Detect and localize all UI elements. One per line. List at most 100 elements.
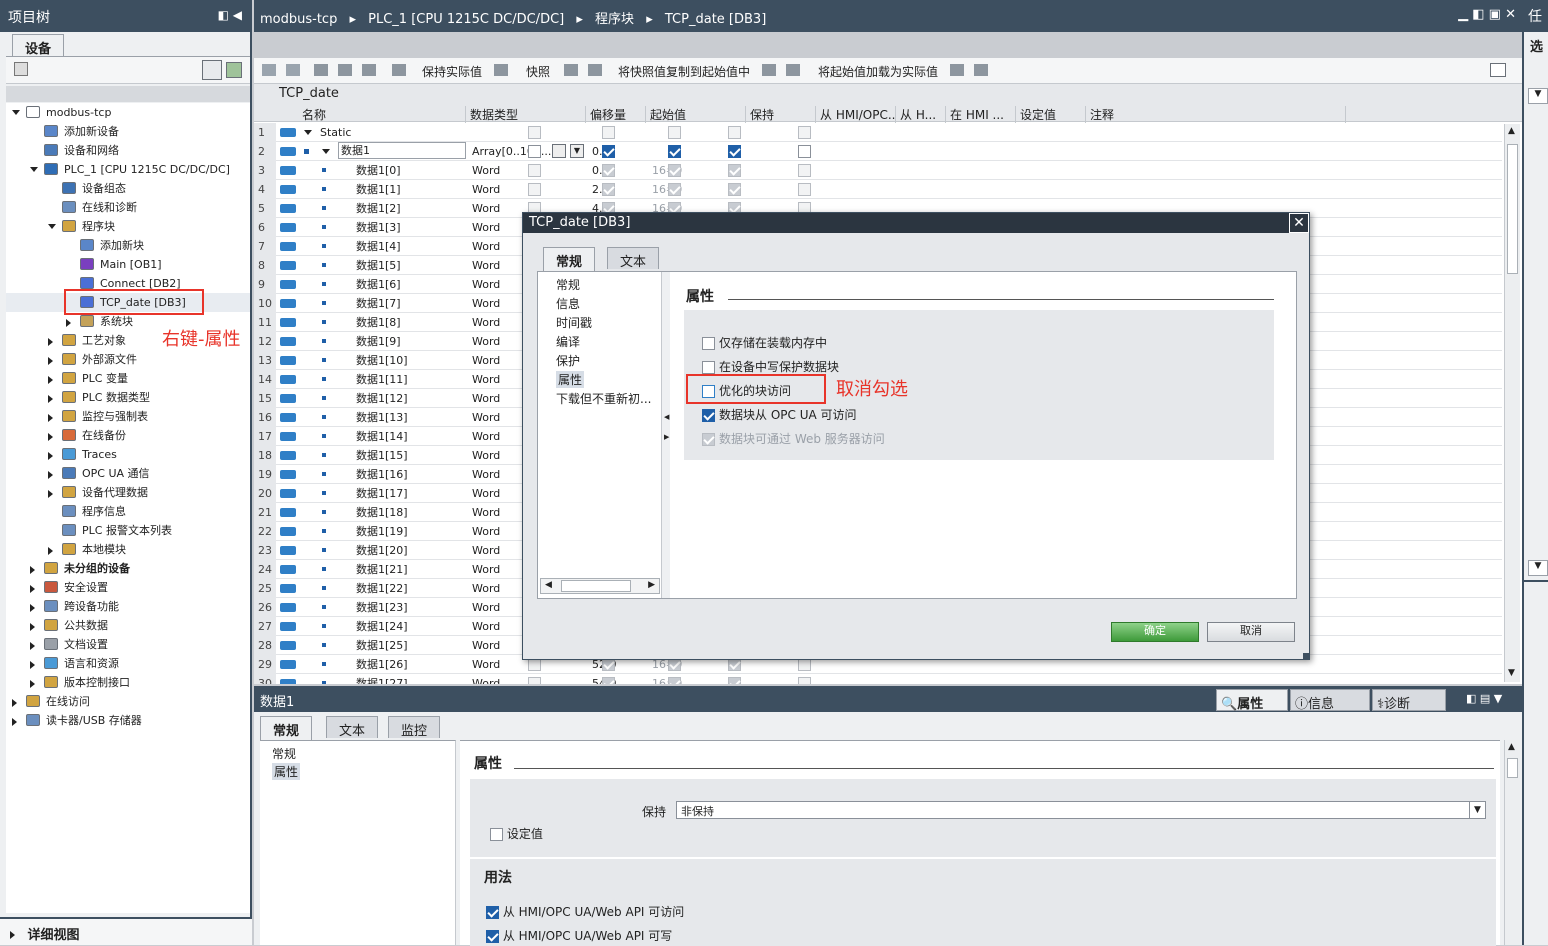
element-name[interactable]: 数据1[0] — [356, 161, 401, 180]
tree-item[interactable]: 安全设置 — [6, 578, 250, 597]
column-header[interactable]: 注释 — [1090, 106, 1346, 123]
tab-devices[interactable]: 设备 — [12, 34, 65, 58]
expand-all-icon[interactable] — [314, 64, 328, 76]
snapshot-button[interactable]: 快照 — [526, 63, 550, 80]
element-name[interactable]: 数据1[6] — [356, 275, 401, 294]
element-name[interactable]: 数据1[21] — [356, 560, 408, 579]
dialog-tab-text[interactable]: 文本 — [607, 247, 660, 270]
collapsed-arrow-icon[interactable] — [30, 585, 35, 593]
usage-opt-writable[interactable]: 从 HMI/OPC UA/Web API 可写 — [486, 927, 672, 944]
dialog-nav-item[interactable]: 下载但不重新初... — [556, 390, 651, 407]
row-checkbox[interactable] — [528, 164, 541, 177]
expanded-arrow-icon[interactable] — [30, 167, 38, 172]
scroll-thumb[interactable] — [1507, 758, 1518, 778]
tree-item[interactable]: Main [OB1] — [6, 255, 250, 274]
row-checkbox[interactable] — [602, 164, 615, 177]
element-name[interactable]: 数据1[11] — [356, 370, 408, 389]
row-checkbox[interactable] — [728, 126, 741, 139]
tree-item[interactable]: 设备组态 — [6, 179, 250, 198]
tree-item[interactable]: modbus-tcp — [6, 103, 250, 122]
element-name[interactable]: 数据1[19] — [356, 522, 408, 541]
column-header[interactable]: 名称 — [302, 106, 466, 123]
dialog-option[interactable]: 数据块可通过 Web 服务器访问 — [702, 430, 885, 447]
element-name[interactable]: 数据1[1] — [356, 180, 401, 199]
column-header[interactable]: 起始值 — [650, 106, 746, 123]
view-list-icon[interactable] — [202, 60, 222, 80]
element-type[interactable]: Word — [472, 313, 500, 332]
element-type[interactable]: Word — [472, 503, 500, 522]
row-checkbox[interactable] — [528, 183, 541, 196]
dialog-close-button[interactable]: ✕ — [1289, 213, 1309, 233]
array-name[interactable]: 数据1 — [338, 142, 466, 159]
table-row[interactable]: 3数据1[0]Word0.016#0 — [254, 161, 1502, 180]
table-row[interactable]: 30数据1[27]Word54.016#0 — [254, 674, 1502, 684]
row-checkbox[interactable] — [528, 126, 541, 139]
breadcrumb-3[interactable]: TCP_date [DB3] — [665, 12, 766, 27]
tree-item[interactable]: 在线和诊断 — [6, 198, 250, 217]
collapse-all-icon[interactable] — [338, 64, 352, 76]
element-name[interactable]: 数据1[4] — [356, 237, 401, 256]
dialog-option[interactable]: 数据块从 OPC UA 可访问 — [702, 406, 857, 423]
copy-snapshot-button[interactable]: 将快照值复制到起始值中 — [618, 63, 750, 80]
table-vscroll[interactable]: ▲ ▼ — [1504, 124, 1520, 682]
keep-actual-icon[interactable] — [494, 64, 508, 76]
tree-item[interactable]: 程序信息 — [6, 502, 250, 521]
collapsed-arrow-icon[interactable] — [48, 338, 53, 346]
collapsed-arrow-icon[interactable] — [30, 680, 35, 688]
element-type[interactable]: Word — [472, 655, 500, 674]
element-type[interactable]: Word — [472, 408, 500, 427]
keep-actual-button[interactable]: 保持实际值 — [422, 63, 482, 80]
tree-item[interactable]: PLC 报警文本列表 — [6, 521, 250, 540]
element-name[interactable]: 数据1[14] — [356, 427, 408, 446]
element-type[interactable]: Word — [472, 522, 500, 541]
scroll-down-icon[interactable]: ▼ — [1508, 668, 1515, 678]
collapsed-arrow-icon[interactable] — [66, 319, 71, 327]
element-type[interactable]: Word — [472, 389, 500, 408]
dialog-nav-item[interactable]: 编译 — [556, 333, 580, 350]
row-checkbox[interactable] — [798, 164, 811, 177]
row-checkbox[interactable] — [602, 183, 615, 196]
table-row[interactable]: 4数据1[1]Word2.016#0 — [254, 180, 1502, 199]
inspector-tab-diagnostics[interactable]: ⚕诊断 — [1372, 689, 1446, 712]
row-checkbox[interactable] — [602, 677, 615, 684]
scroll-right-icon[interactable]: ▶ — [648, 580, 655, 590]
tree-item[interactable]: PLC 变量 — [6, 369, 250, 388]
collapsed-arrow-icon[interactable] — [30, 566, 35, 574]
element-name[interactable]: 数据1[22] — [356, 579, 408, 598]
view-network-icon[interactable] — [226, 62, 242, 78]
insert-row-icon[interactable] — [262, 64, 276, 76]
element-type[interactable]: Word — [472, 294, 500, 313]
element-type[interactable]: Word — [472, 370, 500, 389]
tree-item[interactable]: 未分组的设备 — [6, 559, 250, 578]
tree-item[interactable]: 添加新块 — [6, 236, 250, 255]
row-checkbox[interactable] — [728, 677, 741, 684]
collapsed-arrow-icon[interactable] — [30, 661, 35, 669]
list-icon[interactable] — [362, 64, 376, 76]
resize-grip-icon[interactable] — [1303, 653, 1309, 659]
element-type[interactable]: Word — [472, 237, 500, 256]
option-checkbox[interactable] — [702, 361, 715, 374]
element-type[interactable]: Word — [472, 465, 500, 484]
element-type[interactable]: Word — [472, 275, 500, 294]
usage-opt-accessible[interactable]: 从 HMI/OPC UA/Web API 可访问 — [486, 903, 684, 920]
type-picker-icon[interactable] — [552, 144, 566, 158]
row-checkbox[interactable] — [668, 183, 681, 196]
row-checkbox[interactable] — [728, 145, 741, 158]
collapsed-arrow-icon[interactable] — [30, 604, 35, 612]
load-icon[interactable] — [950, 64, 964, 76]
collapsed-arrow-icon[interactable] — [48, 433, 53, 441]
tree-item[interactable]: 文档设置 — [6, 635, 250, 654]
tree-item[interactable]: PLC 数据类型 — [6, 388, 250, 407]
element-type[interactable]: Word — [472, 256, 500, 275]
element-name[interactable]: 数据1[18] — [356, 503, 408, 522]
element-type[interactable]: Word — [472, 560, 500, 579]
collapsed-arrow-icon[interactable] — [30, 623, 35, 631]
dropdown-icon[interactable]: ▼ — [570, 144, 584, 158]
dialog-nav-item[interactable]: 时间戳 — [556, 314, 592, 331]
inspector-tab-monitor[interactable]: 监控 — [388, 716, 441, 739]
collapsed-arrow-icon[interactable] — [48, 357, 53, 365]
collapsed-arrow-icon[interactable] — [48, 414, 53, 422]
snapshot-icon[interactable] — [564, 64, 578, 76]
element-name[interactable]: 数据1[15] — [356, 446, 408, 465]
element-type[interactable]: Word — [472, 427, 500, 446]
